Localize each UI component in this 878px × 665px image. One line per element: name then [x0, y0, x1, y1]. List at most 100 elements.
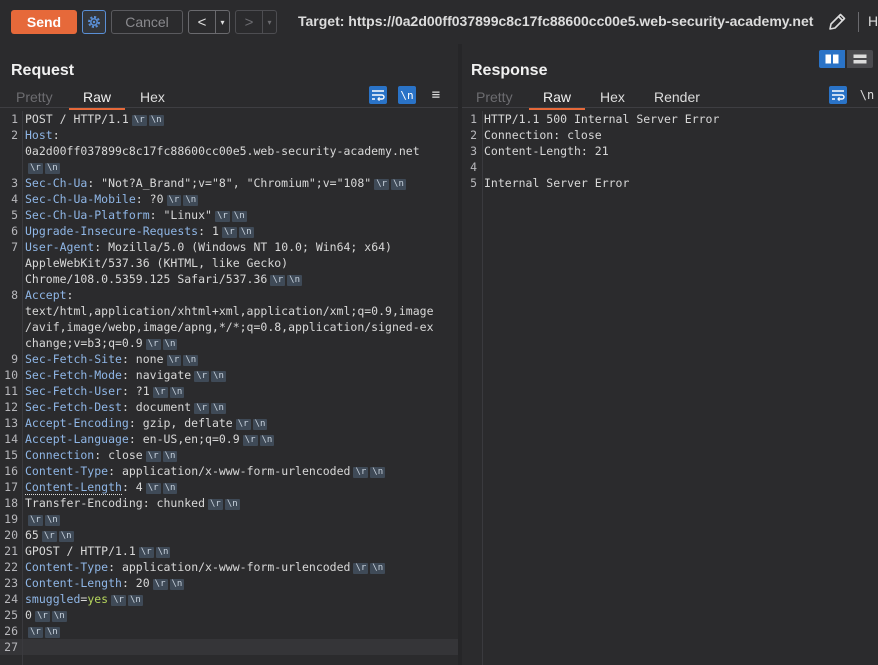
request-title: Request: [11, 62, 75, 79]
header-separator: :: [52, 128, 60, 142]
editor-menu-button[interactable]: ≡: [427, 86, 445, 104]
line-number: 18: [4, 496, 18, 510]
code-line: 10 Sec-Fetch-Mode: navigate \r \n: [0, 367, 458, 383]
code-line: 7 User-Agent: Mozilla/5.0 (Windows NT 10.…: [0, 239, 458, 255]
line-content: Accept-Language: en-US,en;q=0.9 \r \n: [18, 431, 275, 447]
line-number: 8: [11, 288, 18, 302]
header-value: "Linux": [163, 208, 212, 222]
tab-raw[interactable]: Raw: [528, 89, 586, 110]
request-editor[interactable]: 1 POST / HTTP/1.1 \r \n 2 Host: 0a2d00ff037899…: [0, 111, 458, 665]
pencil-icon[interactable]: [826, 11, 848, 33]
tab-raw[interactable]: Raw: [68, 89, 126, 110]
code-line: 3 Sec-Ch-Ua: "Not?A_Brand";v="8", "Chromi…: [0, 175, 458, 191]
crlf-marker: \r: [374, 179, 390, 190]
header-separator: :: [87, 176, 102, 190]
line-text: 0a2d00ff037899c8c17fc88600cc00e5.web-sec…: [25, 144, 420, 158]
line-content: /avif,image/webp,image/apng,*/*;q=0.8,ap…: [18, 319, 434, 335]
crlf-marker: \r: [221, 227, 237, 238]
back-history-dropdown[interactable]: ▾: [215, 11, 229, 33]
tab-hex[interactable]: Hex: [600, 89, 625, 105]
toolbar: Send Cancel < ▾ > ▾ Target: https://0a2d…: [0, 0, 878, 44]
code-line: /avif,image/webp,image/apng,*/*;q=0.8,ap…: [0, 319, 458, 335]
crlf-marker: \n: [148, 115, 164, 126]
columns-icon: [825, 54, 839, 64]
header-separator: :: [108, 464, 122, 478]
cancel-button[interactable]: Cancel: [111, 10, 183, 34]
wrap-icon: [372, 90, 385, 101]
crlf-marker: \r: [194, 371, 210, 382]
response-editor[interactable]: 1 HTTP/1.1 500 Internal Server Error 2 Conn…: [462, 111, 878, 665]
line-number: 5: [470, 176, 477, 190]
crlf-marker: \r: [166, 195, 182, 206]
request-panel: Request Pretty Raw Hex \n ≡ 1 POST / HTTP…: [0, 44, 458, 665]
line-content: POST / HTTP/1.1 \r \n: [18, 111, 164, 127]
code-line: Chrome/108.0.5359.125 Safari/537.36 \r \n: [0, 271, 458, 287]
crlf-marker: \n: [211, 371, 226, 382]
code-line: 3 Content-Length: 21: [462, 143, 878, 159]
line-text: Transfer-Encoding: chunked: [25, 496, 206, 510]
forward-history-dropdown[interactable]: ▾: [262, 11, 276, 33]
line-content: Content-Type: application/x-www-form-url…: [18, 463, 386, 479]
crlf-marker: \n: [183, 195, 199, 206]
line-text: 0: [25, 608, 32, 622]
line-text: Internal Server Error: [484, 176, 630, 190]
line-number: 3: [470, 144, 477, 158]
tab-hex[interactable]: Hex: [140, 89, 165, 105]
line-content: User-Agent: Mozilla/5.0 (Windows NT 10.0…: [18, 239, 392, 255]
line-content: Accept-Encoding: gzip, deflate \r \n: [18, 415, 268, 431]
line-number: 24: [4, 592, 18, 606]
code-line: 4 Sec-Ch-Ua-Mobile: ?0 \r \n: [0, 191, 458, 207]
code-line: 12 Sec-Fetch-Dest: document \r \n: [0, 399, 458, 415]
crlf-marker: \n: [231, 211, 247, 222]
header-value: gzip, deflate: [142, 416, 233, 430]
header-value: 20: [135, 576, 150, 590]
line-number: 4: [470, 160, 477, 174]
request-tabs: Pretty Raw Hex: [0, 86, 458, 110]
header-value: "Not?A_Brand";v="8", "Chromium";v="108": [101, 176, 372, 190]
code-line: change;v=b3;q=0.9 \r \n: [0, 335, 458, 351]
truncated-toolbar-item[interactable]: H: [868, 13, 878, 29]
back-button[interactable]: <: [189, 11, 215, 33]
response-panel: Response Pretty Raw Hex Render \n 1 HTTP/…: [462, 44, 878, 665]
line-number: [0, 303, 18, 319]
header-separator: :: [121, 400, 136, 414]
word-wrap-toggle[interactable]: [369, 86, 387, 104]
code-line: 20 65 \r \n: [0, 527, 458, 543]
line-text: 65: [25, 528, 39, 542]
show-newlines-toggle[interactable]: \n: [858, 86, 876, 104]
crlf-marker: \n: [162, 483, 178, 494]
code-line: 8 Accept:: [0, 287, 458, 303]
header-value: none: [135, 352, 164, 366]
line-text: Connection: close: [484, 128, 602, 142]
crlf-marker: \n: [370, 563, 386, 574]
side-by-side-layout-button[interactable]: [819, 50, 845, 68]
line-number: 16: [4, 464, 18, 478]
header-name: Sec-Fetch-Mode: [25, 368, 122, 382]
header-value: application/x-www-form-urlencoded: [121, 560, 351, 574]
forward-button[interactable]: >: [236, 11, 262, 33]
tab-pretty[interactable]: Pretty: [16, 89, 53, 105]
tab-pretty[interactable]: Pretty: [476, 89, 513, 105]
word-wrap-toggle[interactable]: [829, 86, 847, 104]
header-value: 1: [211, 224, 219, 238]
line-number: [0, 159, 18, 175]
stacked-layout-button[interactable]: [847, 50, 873, 68]
crlf-marker: \r: [145, 451, 161, 462]
crlf-marker: \r: [208, 499, 223, 510]
header-value: close: [108, 448, 143, 462]
crlf-marker: \n: [162, 339, 178, 350]
code-line: 6 Upgrade-Insecure-Requests: 1 \r \n: [0, 223, 458, 239]
line-text: text/html,application/xhtml+xml,applicat…: [25, 304, 434, 318]
target-url: Target: https://0a2d00ff037899c8c17fc886…: [298, 13, 814, 29]
line-text: /avif,image/webp,image/apng,*/*;q=0.8,ap…: [25, 320, 434, 334]
settings-button[interactable]: [82, 10, 106, 34]
code-line: 19 \r \n: [0, 511, 458, 527]
crlf-marker: \r: [353, 563, 369, 574]
send-button[interactable]: Send: [11, 10, 77, 34]
back-nav: < ▾: [188, 10, 230, 34]
show-newlines-toggle[interactable]: \n: [398, 86, 416, 104]
crlf-marker: \r: [145, 339, 161, 350]
line-number: 26: [4, 624, 18, 638]
tab-render[interactable]: Render: [654, 89, 700, 105]
code-line: 11 Sec-Fetch-User: ?1 \r \n: [0, 383, 458, 399]
